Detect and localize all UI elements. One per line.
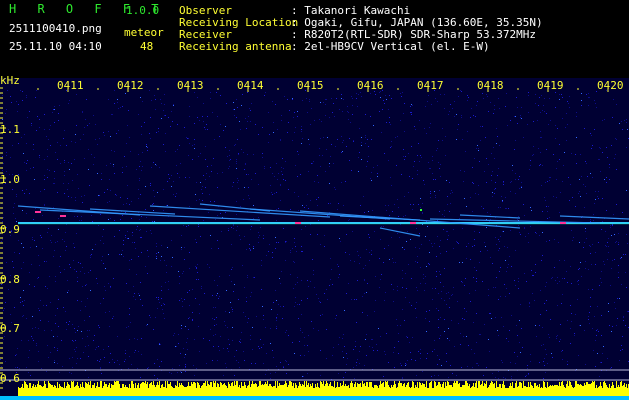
spectrogram-plot: [0, 78, 629, 400]
meteor-label: meteor: [124, 26, 164, 39]
time-tick-label: 0417: [417, 79, 444, 92]
y-tick-label: 0.6: [0, 372, 20, 385]
info-value-antenna: : 2el-HB9CV Vertical (el. E-W): [291, 40, 490, 53]
time-tick-label: 0415: [297, 79, 324, 92]
time-tick-label: 0418: [477, 79, 504, 92]
app-version: 1.0.0: [126, 4, 160, 17]
y-tick-label: 0.8: [0, 273, 20, 286]
time-tick-label: 0411: [57, 79, 84, 92]
hot-spot: [410, 222, 416, 224]
spectrogram-background: [0, 78, 629, 400]
hot-spot: [560, 222, 566, 224]
unit-label: kHz: [0, 74, 20, 87]
meteor-count: 48: [140, 40, 154, 53]
header-panel: H R O F F T 1.0.0 2511100410.png meteor …: [0, 0, 629, 78]
y-tick-label: 1.0: [0, 173, 20, 186]
time-tick-label: 0414: [237, 79, 264, 92]
hot-spot: [420, 209, 422, 211]
time-tick-label: 0413: [177, 79, 204, 92]
hot-spot: [60, 215, 66, 217]
y-tick-label: 1.1: [0, 123, 20, 136]
filename: 2511100410.png: [9, 22, 102, 35]
time-tick-label: 0420: [597, 79, 624, 92]
y-tick-label: 0.9: [0, 223, 20, 236]
time-tick-label: 0419: [537, 79, 564, 92]
time-tick-label: 0412: [117, 79, 144, 92]
time-tick-label: 0416: [357, 79, 384, 92]
baseline-bar: [0, 396, 629, 400]
hot-spot: [35, 211, 41, 213]
y-tick-label: 0.7: [0, 322, 20, 335]
hot-spot: [295, 222, 301, 224]
info-label-antenna: Receiving antenna: [179, 40, 292, 53]
datetime: 25.11.10 04:10: [9, 40, 102, 53]
